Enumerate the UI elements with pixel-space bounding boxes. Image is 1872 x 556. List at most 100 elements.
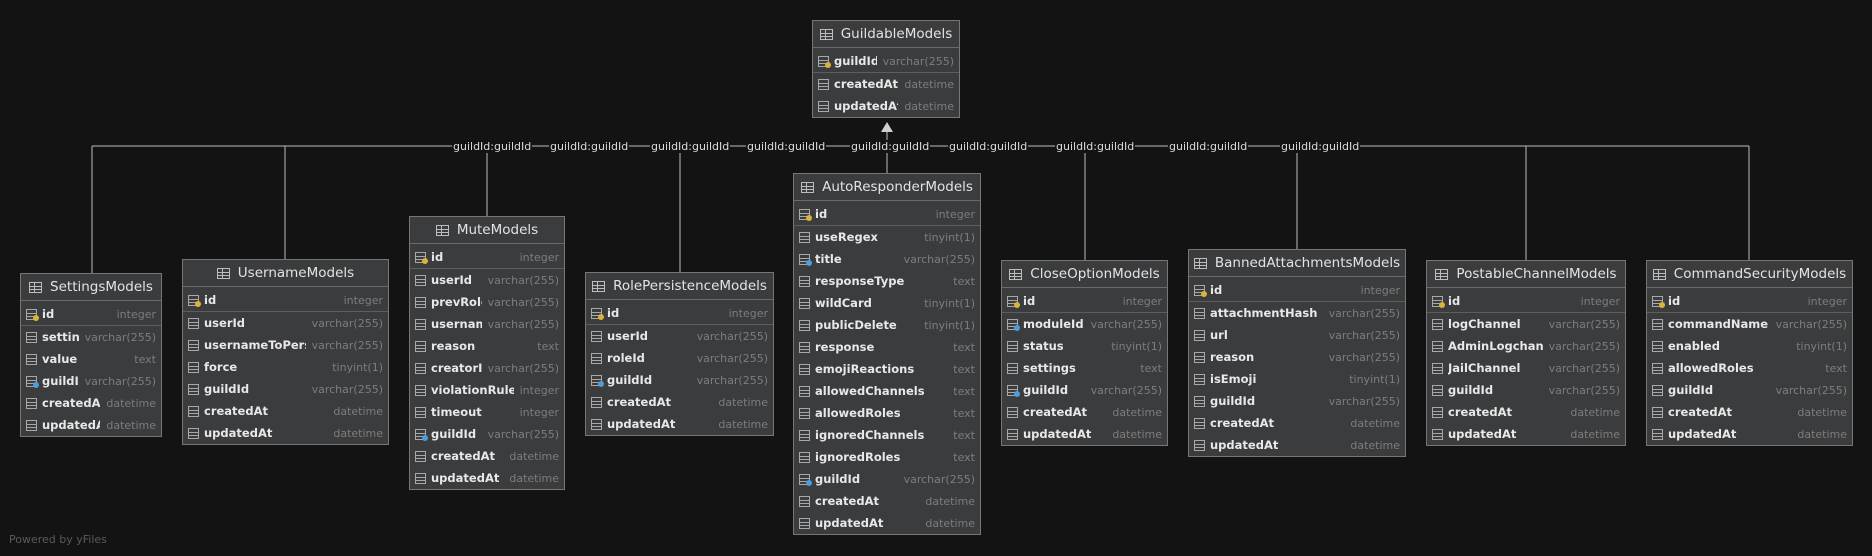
table-GuildableModels[interactable]: GuildableModels guildId varchar(255) create… xyxy=(812,20,960,118)
column-row[interactable]: force tinyint(1) xyxy=(183,356,388,378)
column-row[interactable]: reason varchar(255) xyxy=(1189,346,1405,368)
column-name: guildId xyxy=(42,374,79,388)
table-SettingsModels[interactable]: SettingsModels id integer setting varchar(25… xyxy=(20,273,162,437)
column-row[interactable]: guildId varchar(255) xyxy=(794,468,980,490)
column-row[interactable]: updatedAt datetime xyxy=(794,512,980,534)
column-row[interactable]: allowedRoles text xyxy=(1647,357,1852,379)
column-row[interactable]: createdAt datetime xyxy=(1427,401,1625,423)
column-row[interactable]: emojiReactions text xyxy=(794,358,980,380)
column-row[interactable]: updatedAt datetime xyxy=(1647,423,1852,445)
table-CommandSecurityModels[interactable]: CommandSecurityModels id integer commandNam… xyxy=(1646,260,1853,446)
column-name: JailChannel xyxy=(1448,361,1521,375)
column-row[interactable]: id integer xyxy=(1427,290,1625,313)
table-MuteModels[interactable]: MuteModels id integer userId varchar(255) pre… xyxy=(409,216,565,490)
column-row[interactable]: guildId varchar(255) xyxy=(1427,379,1625,401)
column-row[interactable]: updatedAt datetime xyxy=(21,414,161,436)
table-BannedAttachmentsModels[interactable]: BannedAttachmentsModels id integer attachme… xyxy=(1188,249,1406,457)
column-row[interactable]: userId varchar(255) xyxy=(410,269,564,291)
column-row[interactable]: createdAt datetime xyxy=(794,490,980,512)
column-name: status xyxy=(1023,339,1064,353)
column-row[interactable]: guildId varchar(255) xyxy=(183,378,388,400)
column-row[interactable]: wildCard tinyint(1) xyxy=(794,292,980,314)
column-row[interactable]: violationRules integer xyxy=(410,379,564,401)
column-row[interactable]: publicDelete tinyint(1) xyxy=(794,314,980,336)
table-AutoResponderModels[interactable]: AutoResponderModels id integer useRegex tiny… xyxy=(793,173,981,535)
column-name: updatedAt xyxy=(834,99,899,113)
column-row[interactable]: id integer xyxy=(586,302,773,325)
column-icon xyxy=(1007,362,1018,374)
column-row[interactable]: updatedAt datetime xyxy=(1427,423,1625,445)
column-row[interactable]: createdAt datetime xyxy=(1002,401,1167,423)
column-row[interactable]: createdAt datetime xyxy=(183,400,388,422)
foreign-key-icon xyxy=(591,374,604,387)
column-row[interactable]: createdAt datetime xyxy=(1647,401,1852,423)
column-row[interactable]: timeout integer xyxy=(410,401,564,423)
column-row[interactable]: id integer xyxy=(1647,290,1852,313)
column-icon xyxy=(188,317,199,329)
column-name: id xyxy=(204,293,217,307)
column-row[interactable]: status tinyint(1) xyxy=(1002,335,1167,357)
table-RolePersistenceModels[interactable]: RolePersistenceModels id integer userId varc… xyxy=(585,272,774,436)
column-row[interactable]: JailChannel varchar(255) xyxy=(1427,357,1625,379)
column-row[interactable]: updatedAt datetime xyxy=(183,422,388,444)
column-row[interactable]: guildId varchar(255) xyxy=(1002,379,1167,401)
column-type: datetime xyxy=(925,516,975,530)
column-row[interactable]: settings text xyxy=(1002,357,1167,379)
column-row[interactable]: userId varchar(255) xyxy=(586,325,773,347)
column-type: varchar(255) xyxy=(1328,306,1400,320)
column-row[interactable]: id integer xyxy=(794,203,980,226)
column-row[interactable]: guildId varchar(255) xyxy=(586,369,773,391)
column-row[interactable]: logChannel varchar(255) xyxy=(1427,313,1625,335)
column-row[interactable]: isEmoji tinyint(1) xyxy=(1189,368,1405,390)
column-row[interactable]: createdAt datetime xyxy=(1189,412,1405,434)
column-row[interactable]: id integer xyxy=(410,246,564,269)
table-UsernameModels[interactable]: UsernameModels id integer userId varchar(255… xyxy=(182,259,389,445)
column-row[interactable]: prevRole varchar(255) xyxy=(410,291,564,313)
column-row[interactable]: id integer xyxy=(1002,290,1167,313)
column-icon xyxy=(415,318,426,330)
column-row[interactable]: id integer xyxy=(183,289,388,312)
column-row[interactable]: guildId varchar(255) xyxy=(1189,390,1405,412)
column-row[interactable]: creatorID varchar(255) xyxy=(410,357,564,379)
column-row[interactable]: enabled tinyint(1) xyxy=(1647,335,1852,357)
column-row[interactable]: AdminLogchannel varchar(255) xyxy=(1427,335,1625,357)
table-CloseOptionModels[interactable]: CloseOptionModels id integer moduleId varcha… xyxy=(1001,260,1168,446)
column-row[interactable]: url varchar(255) xyxy=(1189,324,1405,346)
column-row[interactable]: updatedAt datetime xyxy=(586,413,773,435)
column-row[interactable]: setting varchar(255) xyxy=(21,326,161,348)
column-row[interactable]: response text xyxy=(794,336,980,358)
column-row[interactable]: reason text xyxy=(410,335,564,357)
column-row[interactable]: ignoredRoles text xyxy=(794,446,980,468)
column-row[interactable]: responseType text xyxy=(794,270,980,292)
table-PostableChannelModels[interactable]: PostableChannelModels id integer logChannel… xyxy=(1426,260,1626,446)
column-row[interactable]: usernameToPersist varchar(255) xyxy=(183,334,388,356)
column-row[interactable]: value text xyxy=(21,348,161,370)
column-name: guildId xyxy=(834,54,877,68)
column-row[interactable]: id integer xyxy=(1189,279,1405,302)
column-row[interactable]: ignoredChannels text xyxy=(794,424,980,446)
column-row[interactable]: id integer xyxy=(21,303,161,326)
column-row[interactable]: createdAt datetime xyxy=(813,73,959,95)
column-row[interactable]: updatedAt datetime xyxy=(1002,423,1167,445)
column-row[interactable]: commandName varchar(255) xyxy=(1647,313,1852,335)
column-row[interactable]: useRegex tinyint(1) xyxy=(794,226,980,248)
column-row[interactable]: createdAt datetime xyxy=(410,445,564,467)
column-row[interactable]: updatedAt datetime xyxy=(410,467,564,489)
column-row[interactable]: guildId varchar(255) xyxy=(813,50,959,73)
column-row[interactable]: updatedAt datetime xyxy=(1189,434,1405,456)
column-row[interactable]: updatedAt datetime xyxy=(813,95,959,117)
column-name: value xyxy=(42,352,78,366)
column-row[interactable]: guildId varchar(255) xyxy=(21,370,161,392)
column-row[interactable]: attachmentHash varchar(255) xyxy=(1189,302,1405,324)
column-row[interactable]: roleId varchar(255) xyxy=(586,347,773,369)
column-row[interactable]: guildId varchar(255) xyxy=(410,423,564,445)
column-row[interactable]: createdAt datetime xyxy=(21,392,161,414)
column-row[interactable]: allowedRoles text xyxy=(794,402,980,424)
column-row[interactable]: userId varchar(255) xyxy=(183,312,388,334)
column-row[interactable]: createdAt datetime xyxy=(586,391,773,413)
column-row[interactable]: username varchar(255) xyxy=(410,313,564,335)
column-row[interactable]: moduleId varchar(255) xyxy=(1002,313,1167,335)
column-row[interactable]: title varchar(255) xyxy=(794,248,980,270)
column-row[interactable]: guildId varchar(255) xyxy=(1647,379,1852,401)
column-row[interactable]: allowedChannels text xyxy=(794,380,980,402)
